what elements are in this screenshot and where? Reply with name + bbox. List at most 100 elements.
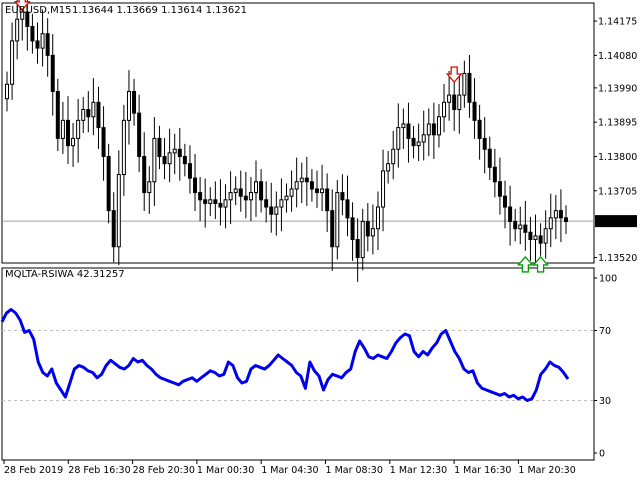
bull-candle [421,134,426,143]
bear-candle [132,90,137,114]
bull-candle [223,199,228,208]
price-tick-label: 1.13705 [598,186,637,197]
bear-candle [35,40,40,49]
price-tick-label: 1.14080 [598,51,637,62]
price-tick-label: 1.14175 [598,17,637,28]
bear-candle [264,199,269,208]
bull-candle [274,206,279,215]
bear-candle [243,195,248,201]
symbol-label: EURUSD,M15 [5,5,72,16]
bear-candle [350,217,355,241]
time-tick-label: 1 Mar 00:30 [197,465,254,476]
bull-candle [370,228,375,237]
bull-candle [254,181,259,194]
bear-candle [187,163,192,179]
bear-candle [50,54,55,92]
bear-candle [162,155,167,165]
bull-candle [167,152,172,165]
time-tick-label: 1 Mar 04:30 [261,465,318,476]
bear-candle [564,217,568,222]
bull-candle [71,137,76,147]
indicator-panel-frame [1,267,595,461]
bear-candle [259,181,264,201]
bear-candle [65,119,70,147]
bull-candle [233,188,238,194]
bull-candle [299,177,304,183]
bull-candle [462,72,467,96]
bull-candle [40,33,45,49]
bear-candle [86,109,91,118]
bull-candle [172,148,177,154]
bear-candle [96,101,101,129]
bear-candle [492,166,497,183]
bear-candle [142,155,147,194]
bull-candle [401,123,406,129]
bear-candle [238,188,243,197]
time-tick-label: 28 Feb 16:30 [68,465,130,476]
bull-candle [208,199,213,204]
bull-candle [248,192,253,201]
bear-candle [101,127,106,157]
bear-candle [111,210,116,248]
bull-candle [548,217,553,230]
bear-candle [314,188,319,194]
bear-candle [55,90,60,139]
bull-candle [436,116,441,136]
bear-candle [487,148,492,168]
time-tick-label: 1 Mar 16:30 [454,465,511,476]
bear-candle [528,231,533,241]
bear-candle [269,206,274,215]
bear-candle [452,94,457,111]
bear-candle [431,123,436,136]
bear-candle [406,123,411,139]
bull-candle [121,119,126,176]
chart-canvas[interactable]: 1.14175 1.14080 1.13990 1.13895 1.13800 1.137… [0,0,640,480]
bull-candle [375,206,380,230]
price-tick-label: 1.13990 [598,83,637,94]
bull-candle [320,188,325,194]
bear-candle [467,72,472,103]
bull-candle [116,174,121,248]
trading-chart[interactable]: 1.14175 1.14080 1.13990 1.13895 1.13800 1.137… [0,0,640,480]
bull-candle [284,195,289,201]
bear-candle [340,192,345,201]
bull-candle [289,188,294,197]
bull-candle [543,228,548,244]
bear-candle [177,148,182,157]
bull-candle [426,123,431,136]
ohlc-readout: 1.13644 1.13669 1.13614 1.13621 [72,5,247,16]
bear-candle [365,220,370,237]
bull-candle [416,141,421,147]
bear-candle [157,137,162,157]
bear-candle [193,177,198,194]
bear-candle [106,155,111,212]
bear-candle [30,25,35,42]
bear-candle [472,101,477,121]
bull-candle [335,192,340,248]
bull-candle [533,235,538,241]
bear-candle [45,33,50,56]
bull-candle [553,210,558,219]
bull-candle [518,224,523,230]
bear-candle [198,192,203,201]
current-price-label: 1.13621 [598,217,637,228]
price-tick-label: 1.13520 [598,253,637,264]
bull-candle [76,119,81,139]
bull-candle [381,170,386,208]
bear-candle [558,210,563,219]
bull-candle [391,148,396,165]
bear-candle [523,224,528,233]
level-tick-label: 30 [599,396,611,407]
bear-candle [182,155,187,165]
bull-candle [15,18,20,42]
bear-candle [203,199,208,204]
rsi-line [0,308,570,402]
bull-candle [228,192,233,201]
bull-candle [294,181,299,190]
bull-candle [126,90,131,121]
bull-candle [152,137,157,183]
price-tick-label: 1.13800 [598,152,637,163]
bull-candle [10,40,15,85]
bull-candle [442,101,447,118]
bear-candle [513,220,518,230]
